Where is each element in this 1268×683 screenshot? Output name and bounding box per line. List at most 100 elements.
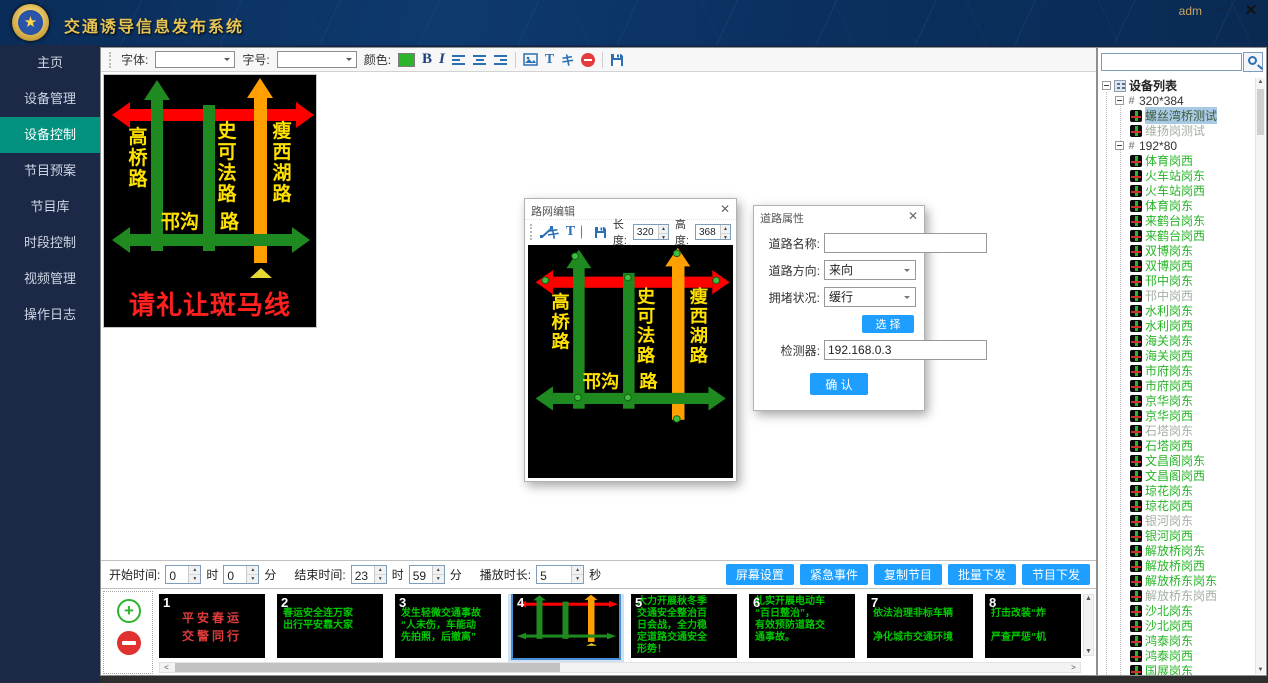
tree-device[interactable]: 市府岗东 bbox=[1100, 363, 1254, 378]
node-handle[interactable] bbox=[712, 277, 720, 284]
sidebar-item-8[interactable]: 操作日志 bbox=[0, 297, 100, 333]
device-search-input[interactable] bbox=[1101, 53, 1242, 71]
sidebar-item-1[interactable]: 主页 bbox=[0, 45, 100, 81]
sidebar-item-3[interactable]: 设备控制 bbox=[0, 117, 100, 153]
node-handle[interactable] bbox=[624, 394, 632, 401]
duration-input[interactable] bbox=[537, 566, 571, 583]
tree-device[interactable]: 京华岗东 bbox=[1100, 393, 1254, 408]
tree-device[interactable]: 来鹤台岗西 bbox=[1100, 228, 1254, 243]
tree-device[interactable]: 双博岗西 bbox=[1100, 258, 1254, 273]
scroll-right-arrow[interactable]: > bbox=[1067, 663, 1080, 672]
tree-device[interactable]: 水利岗东 bbox=[1100, 303, 1254, 318]
tree-device[interactable]: 解放桥东岗西 bbox=[1100, 588, 1254, 603]
start-hour-input[interactable] bbox=[166, 566, 188, 583]
delete-icon[interactable] bbox=[581, 53, 595, 67]
align-left-icon[interactable] bbox=[452, 54, 466, 65]
playlist-vertical-scrollbar[interactable]: ▲▼ bbox=[1083, 594, 1094, 656]
text-tool-icon[interactable]: T bbox=[545, 52, 554, 68]
dialog-titlebar[interactable]: 道路属性 ✕ bbox=[754, 206, 924, 226]
tree-device[interactable]: 维扬岗测试 bbox=[1100, 123, 1254, 138]
add-program-button[interactable]: + bbox=[117, 599, 141, 623]
font-size-select[interactable] bbox=[277, 51, 357, 68]
playlist-item-3[interactable]: 发生轻微交通事故“人未伤，车能动先拍照，后撤离”3 bbox=[395, 594, 501, 658]
road-direction-select[interactable]: 来向 bbox=[824, 260, 916, 280]
length-input[interactable] bbox=[634, 225, 658, 239]
remove-program-button[interactable] bbox=[117, 631, 141, 655]
close-icon[interactable]: ✕ bbox=[720, 202, 730, 216]
color-swatch[interactable] bbox=[398, 53, 415, 67]
end-hour-stepper[interactable]: ▲▼ bbox=[351, 565, 387, 584]
close-icon[interactable]: ✕ bbox=[908, 209, 918, 223]
sidebar-item-2[interactable]: 设备管理 bbox=[0, 81, 100, 117]
node-handle[interactable] bbox=[571, 252, 579, 259]
length-stepper[interactable]: ▲▼ bbox=[633, 224, 669, 240]
tree-device[interactable]: 银河岗东 bbox=[1100, 513, 1254, 528]
align-center-icon[interactable] bbox=[473, 54, 487, 65]
playlist-horizontal-scrollbar[interactable]: < > bbox=[159, 662, 1081, 673]
tree-device[interactable]: 海关岗东 bbox=[1100, 333, 1254, 348]
editor-canvas[interactable]: 高桥路 史可法路 瘦西湖路 邗沟 路 请礼让斑马线 bbox=[528, 245, 733, 478]
road-name-input[interactable] bbox=[824, 233, 987, 253]
height-stepper[interactable]: ▲▼ bbox=[695, 224, 731, 240]
action-button[interactable]: 复制节目 bbox=[874, 564, 942, 585]
sidebar-item-4[interactable]: 节目预案 bbox=[0, 153, 100, 189]
tree-device[interactable]: 解放桥岗西 bbox=[1100, 558, 1254, 573]
action-button[interactable]: 批量下发 bbox=[948, 564, 1016, 585]
tree-device[interactable]: 水利岗西 bbox=[1100, 318, 1254, 333]
tree-device[interactable]: 解放桥岗东 bbox=[1100, 543, 1254, 558]
tree-device[interactable]: 解放桥东岗东 bbox=[1100, 573, 1254, 588]
tree-device[interactable]: 沙北岗东 bbox=[1100, 603, 1254, 618]
program-canvas[interactable]: 高桥路 史可法路 瘦西湖路 邗沟 路 请礼让斑马线 bbox=[103, 74, 317, 328]
congestion-select[interactable]: 缓行 bbox=[824, 287, 916, 307]
tree-device[interactable]: 文昌阁岗东 bbox=[1100, 453, 1254, 468]
tree-device[interactable]: 火车站岗东 bbox=[1100, 168, 1254, 183]
close-icon[interactable]: ✕ bbox=[1242, 1, 1260, 19]
font-select[interactable] bbox=[155, 51, 235, 68]
end-minute-stepper[interactable]: ▲▼ bbox=[409, 565, 445, 584]
end-minute-input[interactable] bbox=[410, 566, 432, 583]
tree-device[interactable]: 文昌阁岗西 bbox=[1100, 468, 1254, 483]
action-button[interactable]: 节目下发 bbox=[1022, 564, 1090, 585]
tree-group[interactable]: #320*384 bbox=[1100, 93, 1254, 108]
select-button[interactable]: 选 择 bbox=[862, 315, 914, 333]
collapse-icon[interactable] bbox=[1102, 81, 1111, 90]
tree-device[interactable]: 螺丝湾桥测试 bbox=[1100, 108, 1254, 123]
collapse-icon[interactable] bbox=[1115, 96, 1124, 105]
start-minute-input[interactable] bbox=[224, 566, 246, 583]
end-hour-input[interactable] bbox=[352, 566, 374, 583]
tree-device[interactable]: 琼花岗东 bbox=[1100, 483, 1254, 498]
tree-device[interactable]: 邗中岗西 bbox=[1100, 288, 1254, 303]
tree-device[interactable]: 石塔岗东 bbox=[1100, 423, 1254, 438]
tree-device[interactable]: 体育岗西 bbox=[1100, 153, 1254, 168]
align-right-icon[interactable] bbox=[494, 54, 508, 65]
tree-device[interactable]: 双博岗东 bbox=[1100, 243, 1254, 258]
tree-device[interactable]: 市府岗西 bbox=[1100, 378, 1254, 393]
tree-root[interactable]: 设备列表 bbox=[1100, 78, 1254, 93]
tree-device[interactable]: 石塔岗西 bbox=[1100, 438, 1254, 453]
tree-device[interactable]: 邗中岗东 bbox=[1100, 273, 1254, 288]
height-input[interactable] bbox=[696, 225, 720, 239]
node-handle[interactable] bbox=[673, 415, 681, 422]
tree-device[interactable]: 鸿泰岗西 bbox=[1100, 648, 1254, 663]
collapse-icon[interactable] bbox=[1115, 141, 1124, 150]
scrollbar-thumb[interactable] bbox=[175, 663, 560, 672]
search-button[interactable] bbox=[1243, 52, 1263, 72]
tree-device[interactable]: 海关岗西 bbox=[1100, 348, 1254, 363]
node-handle[interactable] bbox=[624, 274, 632, 281]
detector-input[interactable] bbox=[824, 340, 987, 360]
node-handle[interactable] bbox=[541, 277, 549, 284]
line-tool-icon[interactable] bbox=[540, 225, 541, 239]
playlist-item-1[interactable]: 平安春运交警同行1 bbox=[159, 594, 265, 658]
start-hour-stepper[interactable]: ▲▼ bbox=[165, 565, 201, 584]
sidebar-item-7[interactable]: 视频管理 bbox=[0, 261, 100, 297]
playlist-item-6[interactable]: 扎实开展电动车“百日整治”，有效预防道路交通事故。6 bbox=[749, 594, 855, 658]
playlist-item-4[interactable]: 4 bbox=[513, 594, 619, 658]
playlist-item-8[interactable]: 打击改装“炸 严查严惩“机8 bbox=[985, 594, 1081, 658]
tree-device[interactable]: 银河岗西 bbox=[1100, 528, 1254, 543]
tree-device[interactable]: 琼花岗西 bbox=[1100, 498, 1254, 513]
tree-device[interactable]: 国展岗东 bbox=[1100, 663, 1254, 675]
playlist-item-7[interactable]: 依法治理非标车辆 净化城市交通环境7 bbox=[867, 594, 973, 658]
action-button[interactable]: 紧急事件 bbox=[800, 564, 868, 585]
tree-group[interactable]: #192*80 bbox=[1100, 138, 1254, 153]
text-tool-icon[interactable]: T bbox=[566, 224, 575, 240]
